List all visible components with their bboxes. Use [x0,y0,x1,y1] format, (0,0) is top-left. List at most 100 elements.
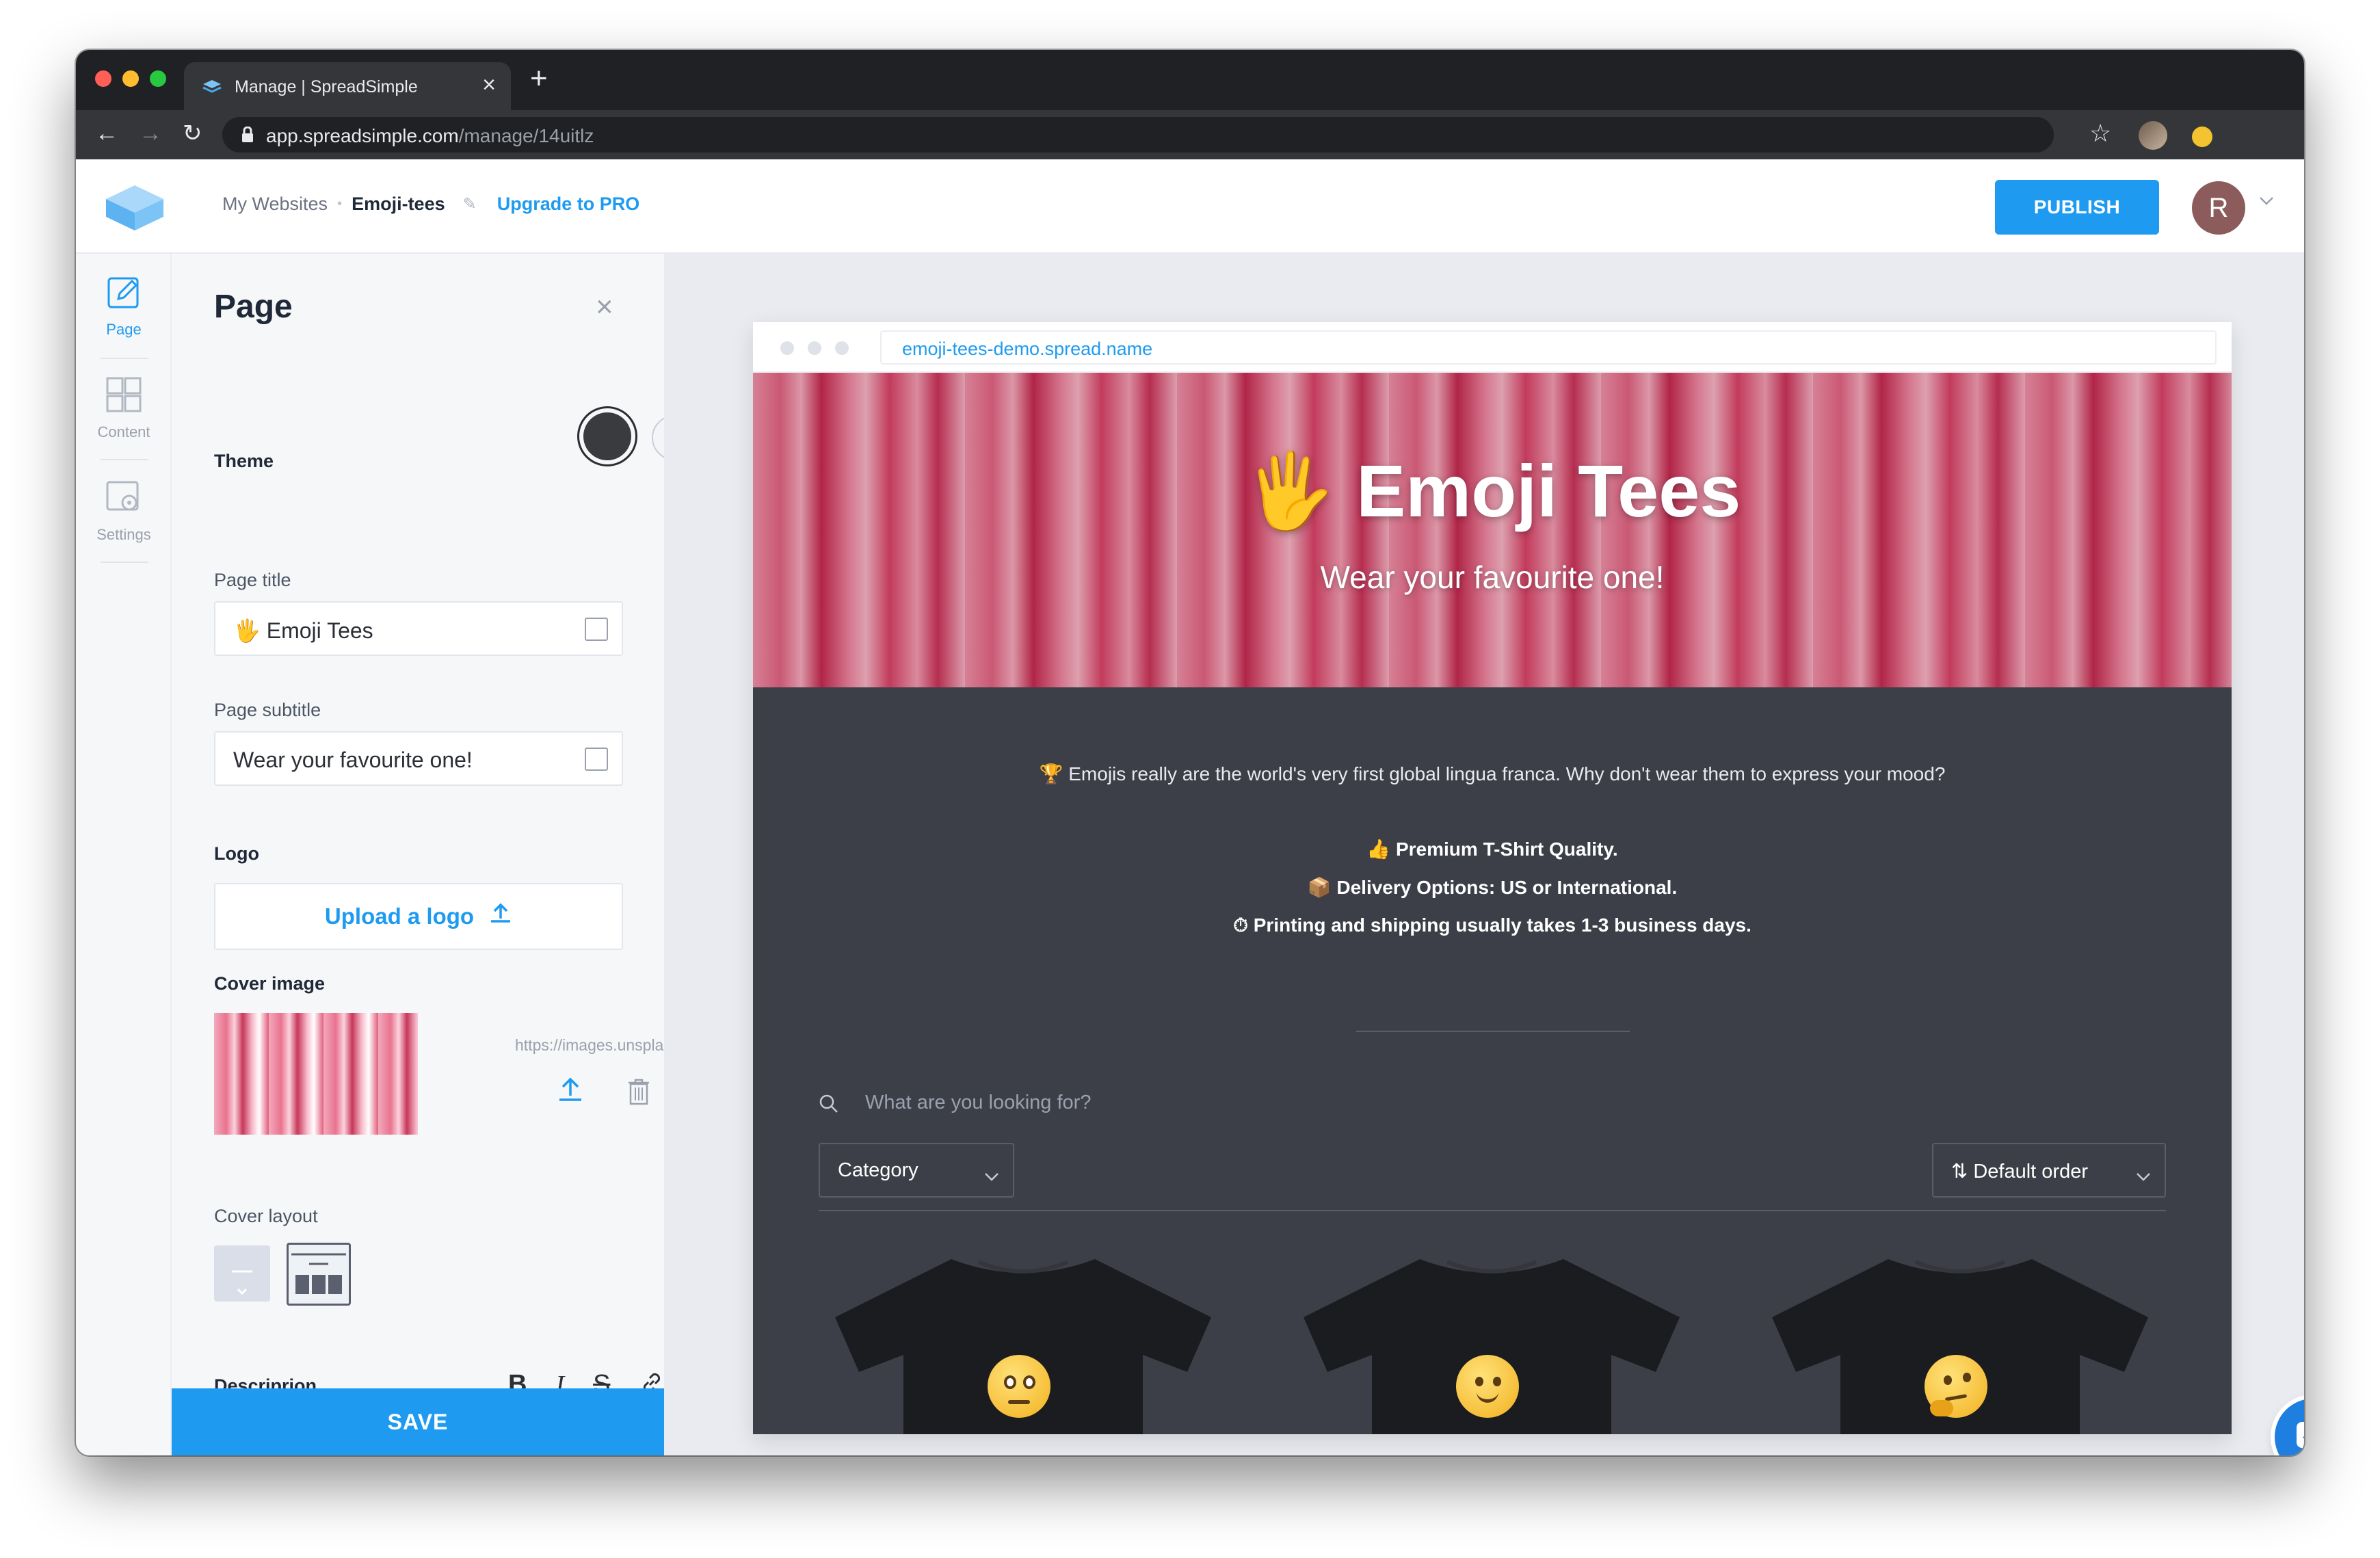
preview-hero-title: 🖐 Emoji Tees [1243,449,1741,532]
app-header: My Websites • Emoji-tees ✎ Upgrade to PR… [76,159,2304,254]
preview-hero-cover: 🖐 Emoji Tees Wear your favourite one! [753,373,2232,687]
product-card-thinking[interactable] [1758,1252,2162,1434]
cover-layout-option-grid[interactable] [287,1243,351,1306]
category-select[interactable]: Category [819,1143,1014,1198]
page-title-field[interactable]: 🖐 Emoji Tees [214,601,623,656]
maximize-window-button[interactable] [150,70,166,87]
browser-window: Manage | SpreadSimple × + ← → ↻ app.spre… [76,50,2304,1455]
spreadsimple-favicon-icon [202,79,222,97]
minimize-window-button[interactable] [122,70,139,87]
preview-dot [808,341,821,355]
url-text: app.spreadsimple.com/manage/14uitlz [266,125,594,146]
preview-search-input[interactable]: What are you looking for? [865,1092,1091,1114]
sort-order-select[interactable]: ⇅ Default order [1932,1143,2166,1198]
chevron-down-icon [2136,1165,2151,1187]
preview-filter-divider [819,1210,2166,1211]
cover-image-thumbnail[interactable] [214,1013,418,1135]
save-button[interactable]: SAVE [172,1388,664,1455]
page-title-label: Page title [214,570,291,590]
preview-feature-item: 📦 Delivery Options: US or International. [1307,877,1678,898]
preview-dot [835,341,849,355]
rail-divider [101,358,148,359]
panel-title: Page [214,289,293,325]
preview-dot [780,341,794,355]
sidebar-rail: Page Content Settings [76,254,172,1455]
upload-logo-label: Upload a logo [324,903,475,929]
theme-label: Theme [214,451,274,471]
breadcrumb: My Websites • Emoji-tees ✎ Upgrade to PR… [222,194,639,215]
page-title-checkbox[interactable] [585,618,608,641]
preview-feature-item: ⏱ Printing and shipping usually takes 1-… [1233,914,1751,936]
logo-label: Logo [214,843,259,864]
sidebar-item-settings[interactable]: Settings [76,478,172,544]
product-card-flushed[interactable] [821,1252,1225,1434]
preview-divider [1356,1031,1630,1032]
cover-layout-option-simple[interactable] [214,1245,270,1302]
address-bar[interactable]: app.spreadsimple.com/manage/14uitlz [222,117,2054,153]
breadcrumb-my-websites[interactable]: My Websites [222,194,328,215]
pencil-icon [107,277,139,308]
preview-hero-subtitle: Wear your favourite one! [1320,559,1665,595]
spreadsimple-logo-icon[interactable] [103,179,166,237]
browser-toolbar: ← → ↻ app.spreadsimple.com/manage/14uitl… [76,110,2304,159]
site-preview: emoji-tees-demo.spread.name 🖐 Emoji Tees… [753,322,2232,1434]
forward-arrow-icon[interactable]: → [139,120,162,147]
preview-area: emoji-tees-demo.spread.name 🖐 Emoji Tees… [664,254,2304,1455]
edit-pencil-icon[interactable]: ✎ [463,194,477,214]
page-settings-panel: Page × Theme Page title 🖐 Emoji Tees Pag… [172,254,697,1455]
sort-order-label: ⇅ Default order [1951,1161,2088,1183]
profile-avatar-icon[interactable] [2139,121,2167,150]
theme-dark-swatch[interactable] [583,412,631,460]
settings-icon [106,481,139,511]
close-window-button[interactable] [95,70,111,87]
chat-icon [2297,1422,2304,1448]
preview-intro-text: 🏆 Emojis really are the world's very fir… [1039,763,1946,784]
extension-icon[interactable] [2192,127,2212,147]
hand-shape [1930,1400,1953,1416]
cover-image-label: Cover image [214,973,326,994]
product-card-smile[interactable] [1290,1252,1693,1434]
breadcrumb-separator: • [337,196,343,211]
page-subtitle-checkbox[interactable] [585,748,608,771]
user-avatar[interactable]: R [2192,181,2245,235]
smiling-face-icon [1456,1355,1519,1418]
new-tab-icon[interactable]: + [530,64,548,94]
reload-icon[interactable]: ↻ [183,120,202,147]
browser-tab[interactable]: Manage | SpreadSimple × [184,62,511,110]
tab-title: Manage | SpreadSimple [235,77,418,96]
page-subtitle-field[interactable]: Wear your favourite one! [214,731,623,786]
rail-divider [101,459,148,460]
sidebar-item-page[interactable]: Page [76,273,172,339]
search-icon [819,1094,839,1118]
cover-image-url: https://images.unspla... [515,1036,677,1054]
upload-icon[interactable] [557,1077,584,1107]
thinking-face-icon [1925,1355,1987,1418]
breadcrumb-current-site: Emoji-tees [352,194,445,214]
tab-strip: Manage | SpreadSimple × + [76,50,2304,110]
trash-icon[interactable] [627,1078,650,1109]
chevron-down-icon[interactable] [2259,196,2274,209]
cover-layout-label: Cover layout [214,1206,318,1226]
publish-button[interactable]: PUBLISH [1995,180,2159,235]
preview-url[interactable]: emoji-tees-demo.spread.name [902,339,1152,360]
bookmark-star-icon[interactable]: ☆ [2089,120,2111,147]
sidebar-item-label: Page [106,321,142,338]
category-select-label: Category [838,1159,918,1181]
tab-close-icon[interactable]: × [482,73,496,96]
rail-divider [101,562,148,563]
page-subtitle-label: Page subtitle [214,700,321,720]
sidebar-item-content[interactable]: Content [76,375,172,441]
upgrade-to-pro-link[interactable]: Upgrade to PRO [497,194,640,215]
sidebar-item-label: Content [97,423,150,440]
close-icon[interactable]: × [596,292,613,322]
back-arrow-icon[interactable]: ← [95,120,118,147]
chat-support-button[interactable] [2275,1399,2304,1455]
preview-browser-bar: emoji-tees-demo.spread.name [753,322,2232,373]
upload-icon [489,902,512,931]
page-title-value: 🖐 Emoji Tees [233,618,373,643]
lock-icon [241,126,254,146]
preview-url-box[interactable]: emoji-tees-demo.spread.name [880,330,2217,365]
sidebar-item-label: Settings [96,526,151,543]
upload-logo-button[interactable]: Upload a logo [214,883,623,950]
flushed-face-icon [988,1355,1050,1418]
